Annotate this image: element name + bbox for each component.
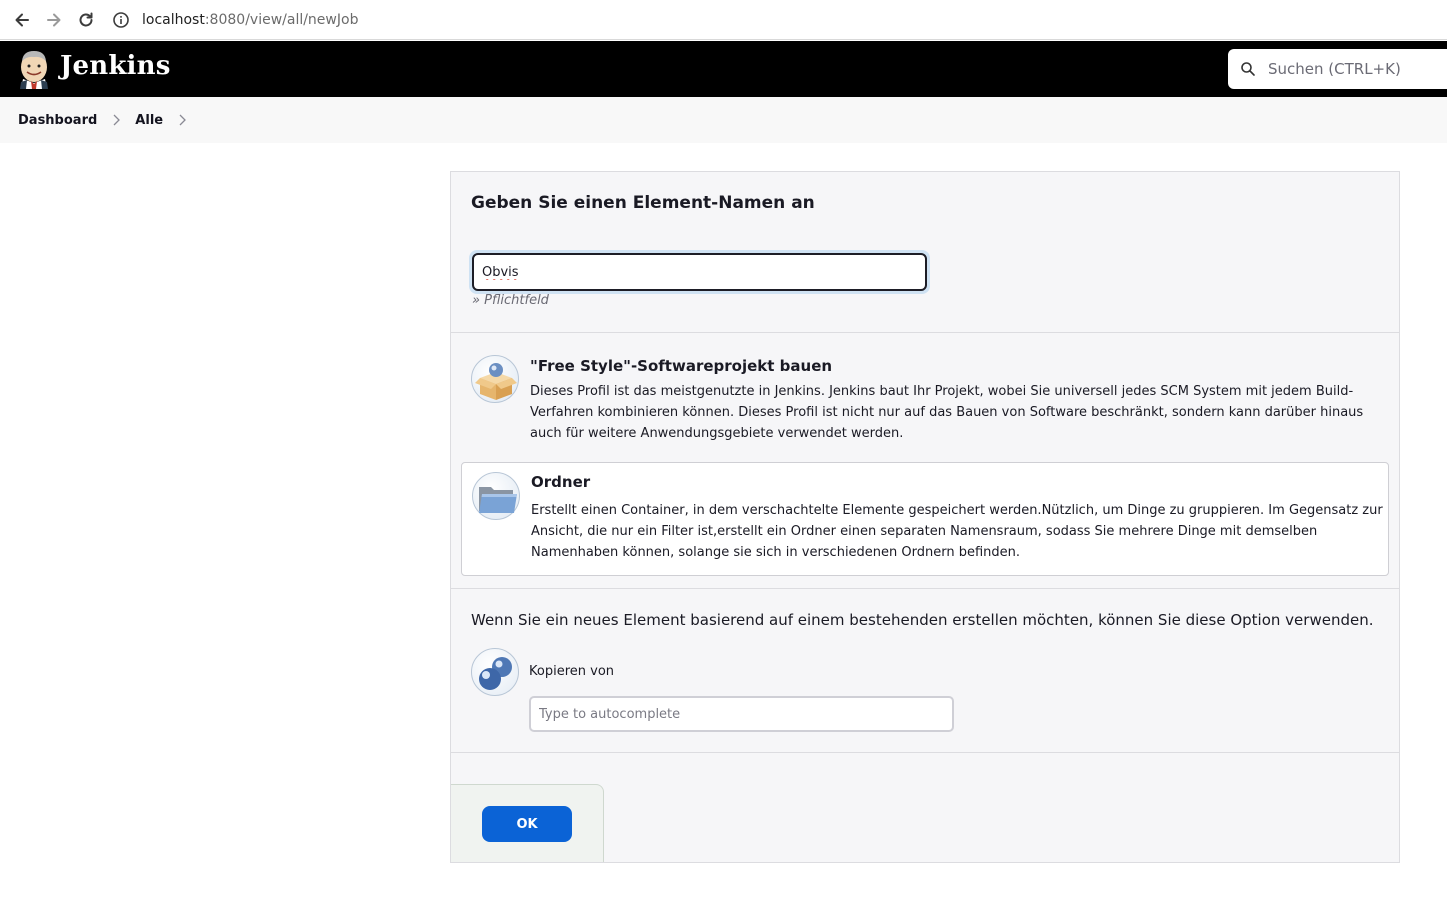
new-item-panel: Geben Sie einen Element-Namen an » Pflic… [450, 171, 1400, 863]
required-note: » Pflichtfeld [472, 293, 549, 308]
search-input[interactable] [1268, 49, 1447, 89]
page-title: Geben Sie einen Element-Namen an [471, 193, 815, 213]
url-host: localhost [142, 12, 205, 28]
search-icon [1241, 62, 1255, 76]
browser-toolbar: localhost:8080/view/all/newJob [0, 0, 1447, 40]
item-name-focus-ring [469, 250, 930, 294]
divider [451, 332, 1399, 333]
chevron-right-icon[interactable] [177, 114, 187, 126]
reload-icon[interactable] [74, 8, 98, 32]
freestyle-box-icon [471, 355, 519, 403]
copy-spheres-icon [471, 648, 519, 696]
jenkins-header: Jenkins [0, 41, 1447, 97]
site-info-icon[interactable] [112, 11, 130, 29]
divider [451, 588, 1399, 589]
folder-icon [472, 472, 520, 520]
forward-arrow-icon[interactable] [42, 8, 66, 32]
address-bar[interactable]: localhost:8080/view/all/newJob [112, 6, 358, 34]
url-path: :8080/view/all/newJob [204, 12, 359, 28]
jenkins-logo-icon[interactable] [17, 49, 51, 89]
ok-button-container: OK [451, 784, 604, 862]
item-type-description: Erstellt einen Container, in dem verscha… [531, 503, 1383, 560]
breadcrumb-alle[interactable]: Alle [135, 113, 163, 128]
item-type-title: Ordner [531, 473, 591, 491]
back-arrow-icon[interactable] [10, 8, 34, 32]
chevron-right-icon[interactable] [111, 114, 121, 126]
app-title[interactable]: Jenkins [60, 51, 171, 81]
item-type-freestyle[interactable]: "Free Style"-Softwareprojekt bauen Diese… [461, 346, 1389, 462]
copy-hint-text: Wenn Sie ein neues Element basierend auf… [471, 611, 1374, 629]
copy-from-input[interactable] [529, 696, 954, 732]
item-type-folder[interactable]: Ordner Erstellt einen Container, in dem … [461, 462, 1389, 576]
item-type-title: "Free Style"-Softwareprojekt bauen [530, 357, 833, 375]
search-box[interactable] [1228, 49, 1447, 89]
breadcrumb-dashboard[interactable]: Dashboard [18, 113, 97, 128]
divider [451, 752, 1399, 753]
url-text: localhost:8080/view/all/newJob [142, 12, 358, 28]
item-type-description: Dieses Profil ist das meistgenutzte in J… [530, 384, 1364, 441]
copy-from-label: Kopieren von [529, 664, 615, 679]
item-name-input[interactable] [472, 253, 927, 291]
ok-button[interactable]: OK [482, 806, 572, 842]
breadcrumb: Dashboard Alle [0, 97, 1447, 143]
